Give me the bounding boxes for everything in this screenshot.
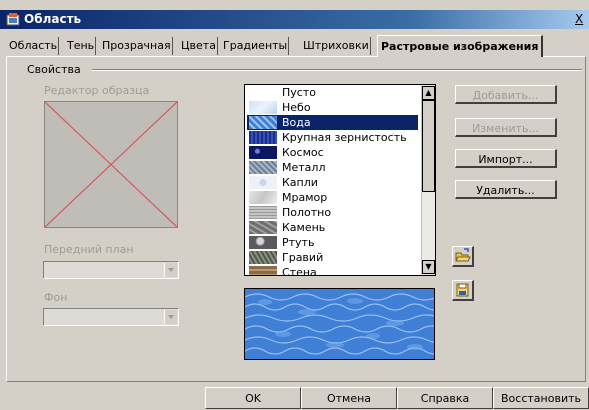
- title-bar[interactable]: Область X: [0, 10, 589, 29]
- list-item[interactable]: Металл: [247, 160, 418, 175]
- chevron-down-icon[interactable]: [164, 310, 177, 324]
- background-combo[interactable]: [43, 308, 179, 326]
- open-folder-icon: [455, 248, 471, 262]
- space-swatch: [249, 146, 277, 159]
- list-item[interactable]: Камень: [247, 220, 418, 235]
- save-icon: [456, 283, 469, 297]
- list-item[interactable]: Небо: [247, 100, 418, 115]
- load-bitmap-list-button[interactable]: [452, 246, 474, 267]
- properties-divider: [92, 69, 582, 71]
- list-item[interactable]: Космос: [247, 145, 418, 160]
- chevron-down-icon[interactable]: [164, 263, 177, 277]
- stone-swatch: [249, 221, 277, 234]
- bitmap-list[interactable]: Пусто Небо Вода Крупная зернистость Косм…: [244, 84, 436, 276]
- bitmap-preview: [244, 288, 454, 360]
- drops-swatch: [249, 176, 277, 189]
- list-item[interactable]: Стена: [247, 265, 418, 275]
- properties-group-label: Свойства: [27, 63, 81, 76]
- list-item[interactable]: Пусто: [247, 85, 418, 100]
- delete-button[interactable]: Удалить...: [455, 180, 557, 199]
- tab-hatching[interactable]: Штриховки: [302, 37, 371, 55]
- list-item-selected[interactable]: Вода: [247, 115, 418, 130]
- save-bitmap-list-button[interactable]: [452, 280, 474, 301]
- metal-swatch: [249, 161, 277, 174]
- coarse-swatch: [249, 131, 277, 144]
- tab-transparency[interactable]: Прозрачная: [101, 37, 173, 55]
- list-item[interactable]: Полотно: [247, 205, 418, 220]
- water-swatch: [249, 116, 277, 129]
- import-button[interactable]: Импорт...: [455, 149, 557, 168]
- dialog-title: Область: [24, 12, 82, 26]
- modify-button[interactable]: Изменить...: [455, 118, 557, 137]
- disabled-cross-icon: [44, 101, 178, 228]
- scroll-up-icon[interactable]: ▲: [422, 86, 435, 100]
- foreground-label: Передний план: [44, 243, 134, 256]
- canvas-swatch: [249, 206, 277, 219]
- gravel-swatch: [249, 251, 277, 264]
- list-item[interactable]: Капли: [247, 175, 418, 190]
- tab-shadow[interactable]: Тень: [66, 37, 97, 55]
- list-item[interactable]: Мрамор: [247, 190, 418, 205]
- tab-area[interactable]: Область: [8, 37, 60, 55]
- mercury-swatch: [249, 236, 277, 249]
- tab-gradients[interactable]: Градиенты: [222, 37, 290, 55]
- background-label: Фон: [44, 291, 68, 304]
- water-texture-icon: [244, 289, 454, 359]
- list-item[interactable]: Крупная зернистость: [247, 130, 418, 145]
- close-button[interactable]: X: [575, 12, 588, 27]
- empty-swatch: [249, 86, 277, 99]
- tab-bitmaps[interactable]: Растровые изображения: [377, 35, 544, 57]
- tab-colors[interactable]: Цвета: [180, 37, 218, 55]
- ok-button[interactable]: OK: [205, 387, 301, 409]
- app-icon: [6, 12, 20, 26]
- foreground-combo[interactable]: [43, 261, 179, 279]
- pattern-editor-label: Редактор образца: [44, 84, 150, 97]
- list-item[interactable]: Ртуть: [247, 235, 418, 250]
- area-dialog: Область X Область Тень Прозрачная Цвета …: [0, 0, 589, 410]
- marble-swatch: [249, 191, 277, 204]
- wall-swatch: [249, 266, 277, 275]
- help-button[interactable]: Справка: [397, 387, 493, 409]
- cancel-button[interactable]: Отмена: [301, 387, 397, 409]
- reset-button[interactable]: Восстановить: [493, 387, 589, 409]
- list-scrollbar[interactable]: ▲ ▼: [421, 85, 435, 275]
- pattern-editor: [44, 101, 178, 228]
- scroll-thumb[interactable]: [422, 100, 435, 192]
- sky-swatch: [249, 101, 277, 114]
- scroll-down-icon[interactable]: ▼: [422, 260, 435, 274]
- list-item[interactable]: Гравий: [247, 250, 418, 265]
- add-button[interactable]: Добавить...: [455, 85, 557, 104]
